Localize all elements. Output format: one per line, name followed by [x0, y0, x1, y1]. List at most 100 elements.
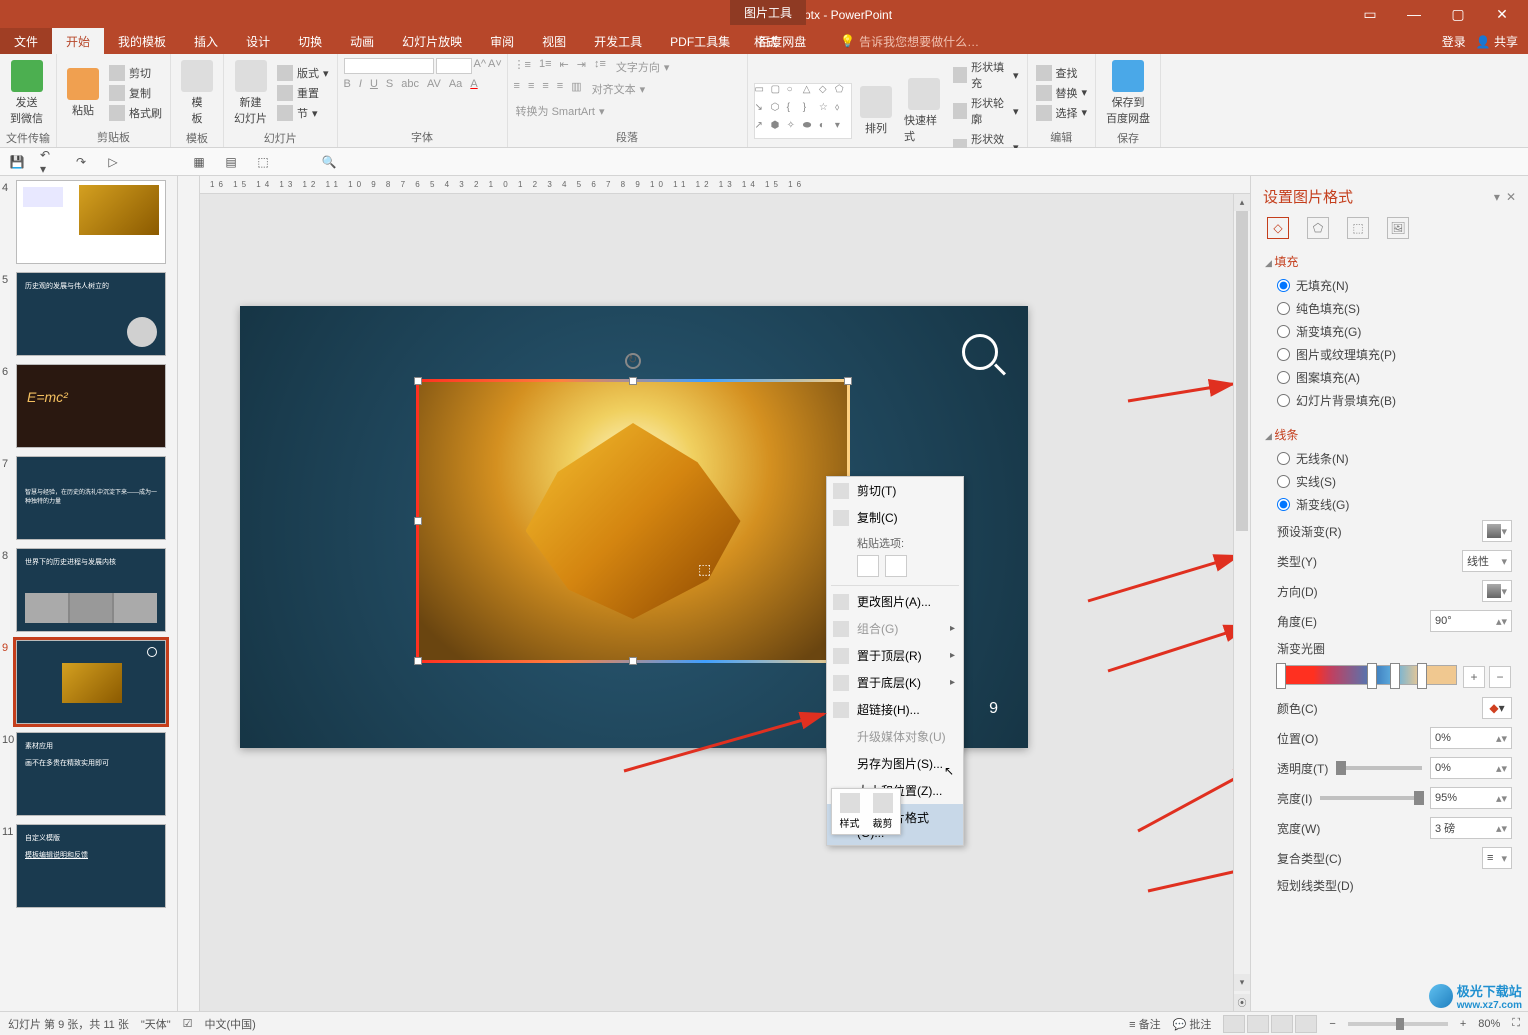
copy-button[interactable]: 复制 [107, 84, 164, 102]
gradient-type-combo[interactable]: 线性▾ [1462, 550, 1512, 572]
shadow-button[interactable]: abc [401, 78, 419, 90]
qat-icon-1[interactable]: ▦ [190, 153, 208, 171]
fill-none-radio[interactable]: 无填充(N) [1265, 274, 1514, 297]
preset-gradient-button[interactable]: ▾ [1482, 520, 1512, 542]
tab-insert[interactable]: 插入 [180, 28, 232, 55]
tab-home[interactable]: 开始 [52, 28, 104, 55]
qat-icon-3[interactable]: ⬚ [254, 153, 272, 171]
scroll-thumb[interactable] [1236, 211, 1248, 531]
thumbnail-11[interactable]: 自定义模版模板编辑说明和反馈 [16, 824, 166, 908]
select-button[interactable]: 选择 ▾ [1034, 104, 1090, 122]
gradient-stop-3[interactable] [1390, 663, 1400, 689]
width-spinner[interactable]: 3 磅▴▾ [1430, 817, 1512, 839]
bold-button[interactable]: B [344, 78, 351, 90]
ctx-bring-front[interactable]: 置于顶层(R)▸ [827, 642, 963, 669]
mini-style-button[interactable]: 样式 [836, 793, 863, 830]
line-spacing-button[interactable]: ↕≡ [594, 58, 606, 76]
gradient-stop-2[interactable] [1367, 663, 1377, 689]
fmt-tab-picture[interactable]: 🖼 [1387, 217, 1409, 239]
brightness-slider[interactable] [1320, 796, 1422, 800]
resize-handle-n[interactable] [629, 377, 637, 385]
grow-font-icon[interactable]: A^ [474, 58, 487, 74]
fmt-tab-fill[interactable]: ◇ [1267, 217, 1289, 239]
new-slide-button[interactable]: 新建 幻灯片 [230, 58, 271, 128]
scroll-down-button[interactable]: ▾ [1234, 974, 1250, 991]
tab-developer[interactable]: 开发工具 [580, 28, 656, 55]
underline-button[interactable]: U [370, 78, 378, 90]
indent-right-button[interactable]: ⇥ [577, 58, 586, 76]
fill-slidebg-radio[interactable]: 幻灯片背景填充(B) [1265, 389, 1514, 412]
ctx-hyperlink[interactable]: 超链接(H)... [827, 696, 963, 723]
normal-view-button[interactable] [1223, 1015, 1245, 1033]
strike-button[interactable]: S [386, 78, 393, 90]
tab-file[interactable]: 文件 [0, 28, 52, 55]
template-button[interactable]: 模 板 [177, 58, 217, 128]
reading-view-button[interactable] [1271, 1015, 1293, 1033]
accessibility-icon[interactable]: ☑ [183, 1017, 193, 1030]
tab-review[interactable]: 审阅 [476, 28, 528, 55]
ribbon-options-icon[interactable]: ▭ [1352, 2, 1388, 26]
vertical-scrollbar[interactable]: ▴ ▾ ⦿ [1233, 194, 1250, 1011]
gradient-stops-bar[interactable] [1277, 665, 1457, 685]
paste-option-1[interactable] [857, 555, 879, 577]
paste-button[interactable]: 粘贴 [63, 66, 103, 120]
replace-button[interactable]: 替换 ▾ [1034, 84, 1090, 102]
ctx-copy[interactable]: 复制(C) [827, 504, 963, 531]
quick-styles-button[interactable]: 快速样式 [900, 76, 947, 146]
rotate-handle[interactable] [625, 353, 641, 369]
paste-option-2[interactable] [885, 555, 907, 577]
cut-button[interactable]: 剪切 [107, 64, 164, 82]
sorter-view-button[interactable] [1247, 1015, 1269, 1033]
line-solid-radio[interactable]: 实线(S) [1265, 470, 1514, 493]
section-button[interactable]: 节 ▾ [275, 104, 331, 122]
bullets-button[interactable]: ⋮≡ [514, 58, 531, 76]
thumbnail-6[interactable]: E=mc² [16, 364, 166, 448]
zoom-out-button[interactable]: − [1329, 1018, 1335, 1030]
fit-window-button[interactable]: ⛶ [1512, 1017, 1520, 1030]
tab-slideshow[interactable]: 幻灯片放映 [388, 28, 476, 55]
remove-stop-button[interactable]: − [1489, 666, 1511, 688]
shape-outline-button[interactable]: 形状轮廓 ▾ [951, 94, 1020, 128]
tab-mytemplate[interactable]: 我的模板 [104, 28, 180, 55]
thumbnail-7[interactable]: 智慧与经验，在历史的洗礼中沉淀下来——成为一种独特的力量 [16, 456, 166, 540]
resize-handle-s[interactable] [629, 657, 637, 665]
transparency-slider[interactable] [1336, 766, 1422, 770]
resize-handle-w[interactable] [414, 517, 422, 525]
angle-spinner[interactable]: 90°▴▾ [1430, 610, 1512, 632]
align-text-button[interactable]: 对齐文本 ▾ [590, 80, 648, 98]
minimize-button[interactable]: — [1396, 2, 1432, 26]
section-line[interactable]: 线条 [1265, 422, 1514, 447]
numbering-button[interactable]: 1≡ [539, 58, 552, 76]
compound-type-button[interactable]: ≡▾ [1482, 847, 1512, 869]
tab-transitions[interactable]: 切换 [284, 28, 336, 55]
fmt-tab-effects[interactable]: ⬠ [1307, 217, 1329, 239]
ctx-cut[interactable]: 剪切(T) [827, 477, 963, 504]
tab-animations[interactable]: 动画 [336, 28, 388, 55]
tab-format[interactable]: 格式 [740, 28, 792, 55]
columns-button[interactable]: ▥ [571, 80, 581, 98]
slide-counter[interactable]: 幻灯片 第 9 张，共 11 张 [8, 1016, 129, 1032]
tab-pdf[interactable]: PDF工具集 [656, 28, 744, 55]
font-color-button[interactable]: A [470, 78, 477, 90]
scroll-up-button[interactable]: ▴ [1234, 194, 1250, 211]
slideshow-view-button[interactable] [1295, 1015, 1317, 1033]
ctx-save-as-picture[interactable]: 另存为图片(S)... [827, 750, 963, 777]
fill-solid-radio[interactable]: 纯色填充(S) [1265, 297, 1514, 320]
slide-edit-area[interactable]: 16 15 14 13 12 11 10 9 8 7 6 5 4 3 2 1 0… [178, 176, 1250, 1011]
pane-close-button[interactable]: ✕ [1506, 190, 1516, 204]
thumbnail-8[interactable]: 世界下的历史进程与发展内核 [16, 548, 166, 632]
gradient-direction-button[interactable]: ▾ [1482, 580, 1512, 602]
comments-button[interactable]: 💬 批注 [1173, 1016, 1212, 1032]
slideshow-start-icon[interactable]: ▷ [104, 153, 122, 171]
case-button[interactable]: Aa [449, 78, 462, 90]
text-direction-button[interactable]: 文字方向 ▾ [614, 58, 672, 76]
shapes-gallery[interactable]: ▭▢○△◇⬠ ↘⬡{}☆⬨ ↗⬢✧⬬◐▾ [754, 83, 852, 139]
qat-icon-2[interactable]: ▤ [222, 153, 240, 171]
thumbnail-9[interactable] [16, 640, 166, 724]
layout-button[interactable]: 版式 ▾ [275, 64, 331, 82]
brightness-spinner[interactable]: 95%▴▾ [1430, 787, 1512, 809]
thumbnail-4[interactable] [16, 180, 166, 264]
fill-picture-radio[interactable]: 图片或纹理填充(P) [1265, 343, 1514, 366]
resize-handle-ne[interactable] [844, 377, 852, 385]
close-button[interactable]: ✕ [1484, 2, 1520, 26]
